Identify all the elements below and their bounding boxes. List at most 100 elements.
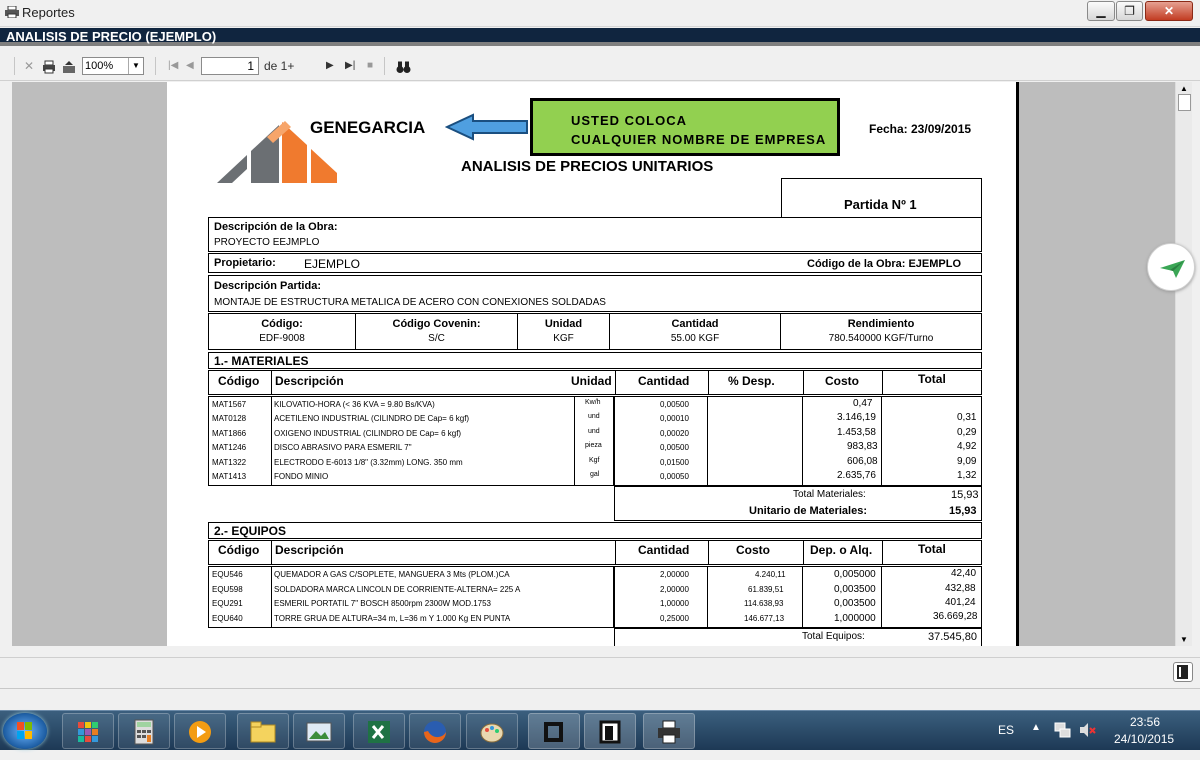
- minimize-button[interactable]: ▁: [1087, 1, 1115, 21]
- scroll-down-icon[interactable]: ▼: [1180, 635, 1188, 644]
- eq-code: EQU291: [212, 599, 243, 608]
- mat-header-costo: Costo: [825, 374, 859, 388]
- note-line-1: USTED COLOCA: [571, 113, 687, 128]
- report-page: GENEGARCIA USTED COLOCA CUALQUIER NOMBRE…: [167, 82, 1019, 646]
- eq-dep: 0,003500: [834, 598, 876, 609]
- taskbar-calculator[interactable]: [118, 713, 170, 749]
- show-hidden-icons-icon[interactable]: ▲: [1031, 722, 1041, 733]
- total-equipos-value: 37.545,80: [928, 631, 977, 643]
- taskbar-app-grid[interactable]: [62, 713, 114, 749]
- equipos-header-row: Código Descripción Cantidad Costo Dep. o…: [208, 540, 982, 565]
- eq-cost: 61.839,51: [748, 585, 784, 594]
- taskbar-excel[interactable]: [353, 713, 405, 749]
- company-name-note: USTED COLOCA CUALQUIER NOMBRE DE EMPRESA: [530, 98, 840, 156]
- mat-total: 4,92: [957, 441, 977, 452]
- arrow-left-icon: [445, 113, 528, 141]
- eq-code: EQU640: [212, 614, 243, 623]
- info-value-covenin: S/C: [428, 333, 445, 344]
- maximize-button[interactable]: ❐: [1116, 1, 1143, 21]
- first-page-icon[interactable]: |◀: [168, 58, 178, 74]
- firefox-icon: [424, 721, 446, 743]
- taskbar-paint[interactable]: [466, 713, 518, 749]
- equipos-title: 2.- EQUIPOS: [214, 524, 287, 538]
- info-header-rendimiento: Rendimiento: [847, 318, 915, 330]
- scrollbar-thumb[interactable]: [1178, 94, 1191, 111]
- stop-icon[interactable]: ■: [367, 58, 373, 74]
- calculator-icon: [134, 719, 154, 745]
- send-overlay-button[interactable]: [1147, 243, 1195, 291]
- info-value-codigo: EDF-9008: [259, 333, 305, 344]
- network-icon[interactable]: [1054, 721, 1072, 739]
- mat-desc: ELECTRODO E-6013 1/8" (3.32mm) LONG. 350…: [274, 458, 463, 467]
- eq-dep: 0,005000: [834, 569, 876, 580]
- eq-code: EQU598: [212, 585, 243, 594]
- zoom-select[interactable]: 100% ▼: [82, 57, 144, 75]
- last-page-icon[interactable]: ▶|: [345, 58, 355, 74]
- binoculars-search-icon[interactable]: [396, 59, 411, 75]
- mat-qty: 0,01500: [660, 458, 689, 467]
- total-equipos-label: Total Equipos:: [802, 631, 865, 642]
- cancel-icon[interactable]: ✕: [24, 58, 34, 74]
- scroll-up-icon[interactable]: ▲: [1180, 84, 1188, 93]
- mat-unit: Kw/h: [585, 399, 601, 406]
- mat-total: 1,32: [957, 470, 977, 481]
- mat-qty: 0,00010: [660, 414, 689, 423]
- clock-date[interactable]: 24/10/2015: [1114, 732, 1174, 746]
- mat-desc: FONDO MINIO: [274, 472, 329, 481]
- eq-qty: 2,00000: [660, 570, 689, 579]
- mat-code: MAT1413: [212, 472, 247, 481]
- taskbar-picture-viewer[interactable]: [293, 713, 345, 749]
- taskbar-firefox[interactable]: [409, 713, 461, 749]
- exit-icon: [1177, 665, 1188, 679]
- mat-desc: KILOVATIO-HORA (< 36 KVA = 9.80 Bs/KVA): [274, 400, 435, 409]
- mat-header-descripcion: Descripción: [275, 374, 344, 388]
- taskbar-explorer[interactable]: [237, 713, 289, 749]
- zoom-value: 100%: [85, 60, 114, 72]
- eq-qty: 0,25000: [660, 614, 689, 623]
- materiales-title: 1.- MATERIALES: [214, 354, 309, 368]
- taskbar-printer[interactable]: [643, 713, 695, 749]
- clock-time[interactable]: 23:56: [1130, 715, 1160, 729]
- system-tray: ES ▲ 23:56 24/10/2015: [990, 711, 1200, 751]
- eq-desc: TORRE GRUA DE ALTURA=34 m, L=36 m Y 1.00…: [274, 614, 511, 623]
- eq-total: 36.669,28: [933, 611, 978, 622]
- mat-desc: ACETILENO INDUSTRIAL (CILINDRO DE Cap= 6…: [274, 414, 470, 423]
- mat-unit: pieza: [585, 442, 602, 449]
- media-player-icon: [189, 721, 211, 743]
- close-window-button[interactable]: ✕: [1145, 1, 1193, 21]
- propietario-value: EJEMPLO: [304, 257, 361, 271]
- mat-total: 0,29: [957, 427, 977, 438]
- taskbar: ES ▲ 23:56 24/10/2015: [0, 710, 1200, 750]
- info-value-cantidad: 55.00 KGF: [670, 333, 720, 344]
- language-indicator[interactable]: ES: [998, 723, 1014, 737]
- mat-header-cantidad: Cantidad: [638, 374, 690, 388]
- unitario-materiales-label: Unitario de Materiales:: [749, 505, 867, 517]
- taskbar-app-report-2[interactable]: [584, 713, 636, 749]
- volume-muted-icon[interactable]: [1078, 721, 1096, 739]
- eq-total: 432,88: [945, 583, 976, 594]
- mat-header-total: Total: [918, 372, 946, 386]
- page-number-input[interactable]: 1: [201, 57, 259, 75]
- propietario-box: Propietario: EJEMPLO Código de la Obra: …: [208, 253, 982, 273]
- report-window: Reportes ▁ ❐ ✕ ANALISIS DE PRECIO (EJEMP…: [0, 0, 1200, 710]
- partida-desc-label: Descripción Partida:: [214, 280, 321, 292]
- window-title: Reportes: [22, 5, 75, 20]
- mat-header-unidad: Unidad: [571, 374, 612, 388]
- mat-qty: 0,00500: [660, 400, 689, 409]
- obra-label: Descripción de la Obra:: [214, 221, 338, 233]
- print-icon[interactable]: [42, 59, 56, 75]
- printer-app-icon: [5, 6, 19, 18]
- vertical-scrollbar[interactable]: ▲ ▼: [1175, 82, 1192, 646]
- eq-dep: 1,000000: [834, 613, 876, 624]
- prev-page-icon[interactable]: ◀: [186, 58, 194, 74]
- export-icon[interactable]: [62, 59, 76, 75]
- next-page-icon[interactable]: ▶: [326, 58, 334, 74]
- taskbar-media-player[interactable]: [174, 713, 226, 749]
- report-viewer[interactable]: GENEGARCIA USTED COLOCA CUALQUIER NOMBRE…: [12, 82, 1175, 646]
- mat-qty: 0,00050: [660, 472, 689, 481]
- paint-palette-icon: [480, 723, 504, 743]
- start-button[interactable]: [3, 713, 47, 749]
- panel-toggle-button[interactable]: [1173, 662, 1193, 682]
- eq-cost: 114.638,93: [744, 599, 784, 608]
- taskbar-app-report[interactable]: [528, 713, 580, 749]
